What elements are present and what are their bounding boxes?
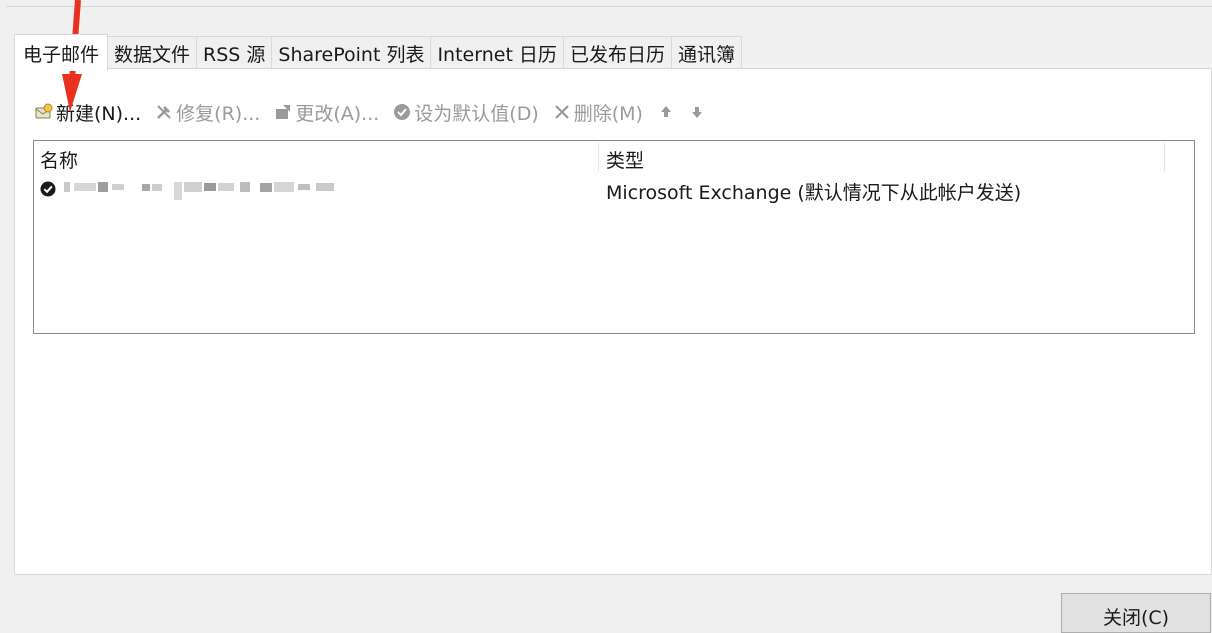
arrow-up-icon (657, 103, 675, 121)
column-header-name[interactable]: 名称 (40, 146, 78, 173)
repair-button[interactable]: 修复(R)... (155, 99, 260, 126)
column-header-type[interactable]: 类型 (606, 146, 644, 173)
tab-strip: 电子邮件 数据文件 RSS 源 SharePoint 列表 Internet 日… (14, 34, 742, 71)
column-divider[interactable] (598, 143, 599, 171)
account-list[interactable]: 名称 类型 Microsoft Exchange (默认情况下从此帐户发送) (33, 140, 1195, 334)
delete-button[interactable]: 删除(M) (553, 99, 643, 126)
delete-button-label: 删除(M) (573, 102, 643, 125)
default-check-icon (40, 180, 56, 197)
new-account-icon (35, 103, 53, 121)
x-icon (553, 103, 571, 121)
tab-internet-calendars[interactable]: Internet 日历 (431, 36, 564, 70)
tab-rss-feeds[interactable]: RSS 源 (197, 36, 273, 70)
account-row[interactable]: Microsoft Exchange (默认情况下从此帐户发送) (34, 174, 1194, 204)
account-name-redacted (64, 180, 336, 204)
tab-sharepoint-lists[interactable]: SharePoint 列表 (272, 36, 432, 70)
move-up-button[interactable] (657, 103, 678, 121)
account-type: Microsoft Exchange (默认情况下从此帐户发送) (606, 182, 1022, 204)
tab-address-books[interactable]: 通讯簿 (671, 36, 742, 70)
change-button-label: 更改(A)... (295, 102, 380, 125)
tab-data-files[interactable]: 数据文件 (108, 36, 198, 70)
check-circle-icon (393, 103, 411, 121)
change-button[interactable]: 更改(A)... (274, 99, 379, 126)
email-accounts-panel: 新建(N)... 修复(R)... 更改(A)... 设为默认值(D) 删除(M… (14, 68, 1212, 575)
tab-published-calendars[interactable]: 已发布日历 (563, 36, 672, 70)
set-default-button[interactable]: 设为默认值(D) (393, 99, 539, 126)
tools-icon (155, 103, 173, 121)
set-default-button-label: 设为默认值(D) (414, 102, 539, 125)
list-header: 名称 类型 (34, 141, 1194, 172)
tab-email[interactable]: 电子邮件 (14, 34, 109, 71)
column-divider[interactable] (1164, 143, 1165, 171)
move-down-button[interactable] (688, 103, 709, 121)
close-button[interactable]: 关闭(C) (1061, 593, 1211, 633)
repair-button-label: 修复(R)... (176, 102, 261, 125)
window-top-border (6, 6, 1212, 7)
arrow-down-icon (688, 103, 706, 121)
account-toolbar: 新建(N)... 修复(R)... 更改(A)... 设为默认值(D) 删除(M… (35, 99, 719, 125)
change-icon (274, 103, 292, 121)
